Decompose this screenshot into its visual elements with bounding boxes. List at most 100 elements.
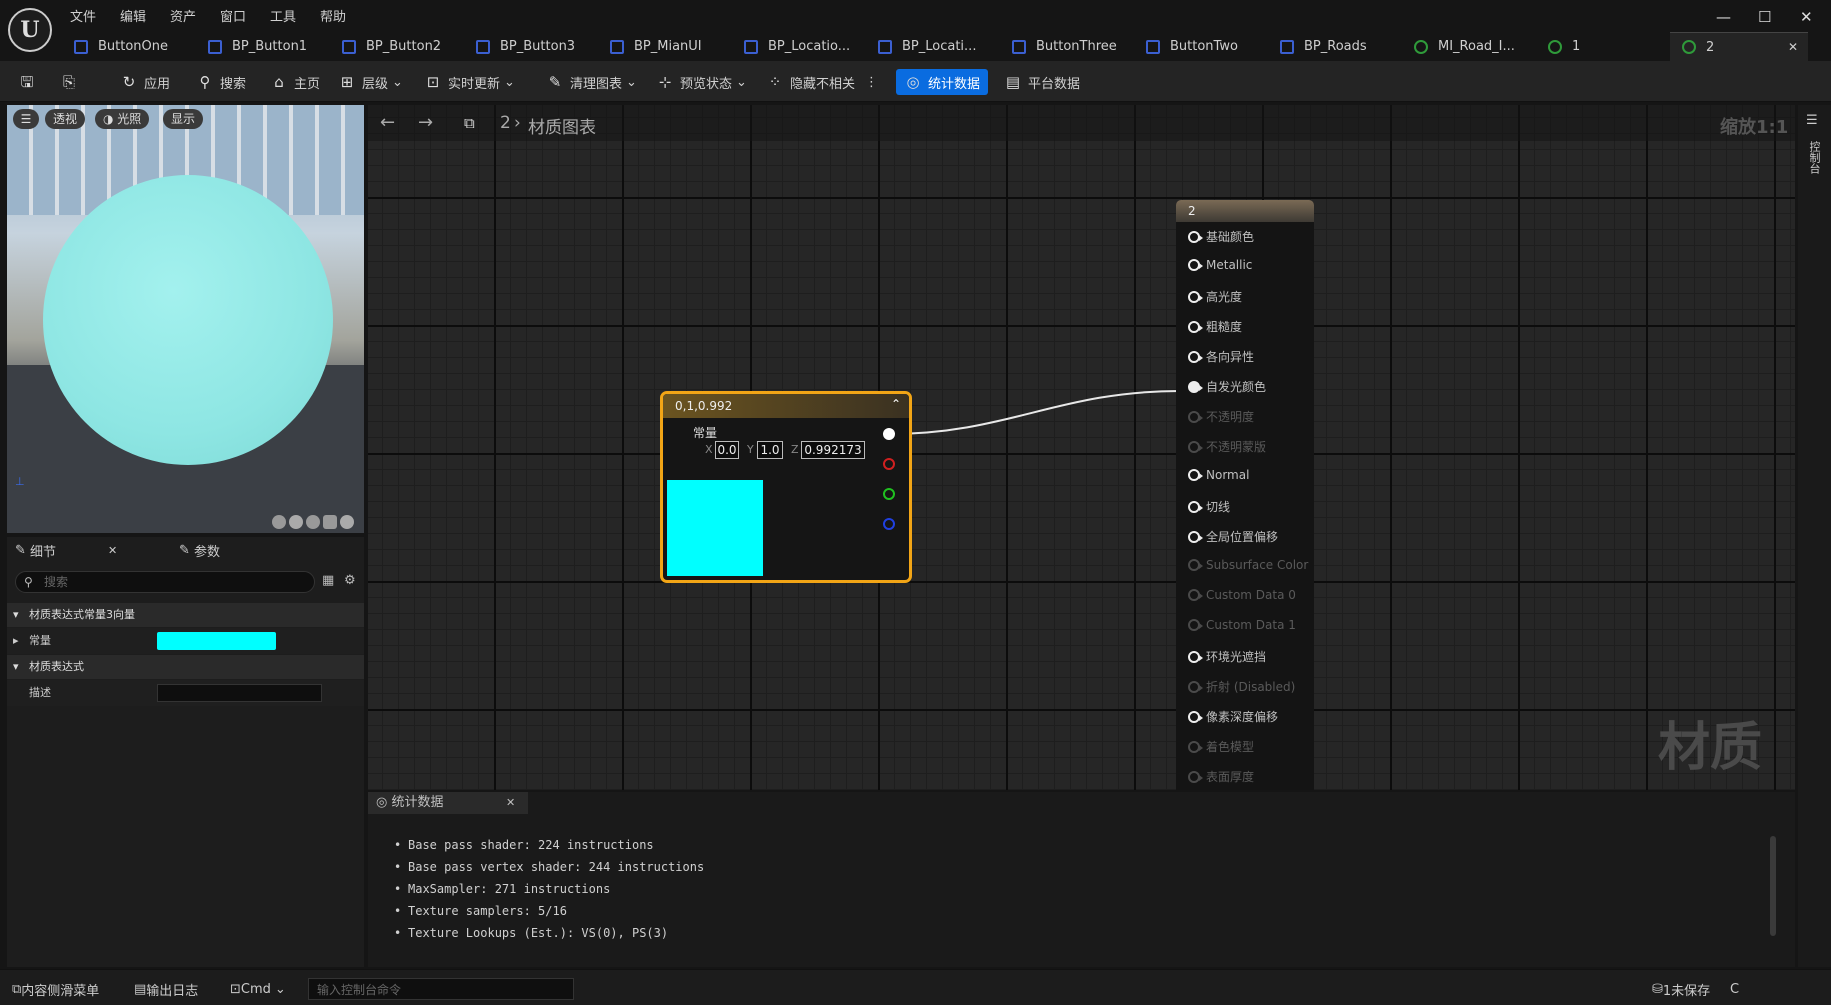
material-input-pin[interactable]: 折射 (Disabled) — [1188, 678, 1295, 695]
tab-params[interactable]: ✎ 参数 — [179, 537, 220, 563]
output-r-pin[interactable] — [883, 458, 895, 470]
close-tab-icon[interactable]: ✕ — [108, 544, 117, 557]
pin-connector-icon[interactable] — [1188, 469, 1203, 481]
lit-button[interactable]: ◑ 光照 — [95, 109, 150, 129]
material-input-pin[interactable]: 高光度 — [1188, 288, 1242, 305]
description-field[interactable] — [157, 684, 322, 702]
material-result-node[interactable]: 2 基础颜色 Metallic 高光度 粗糙度 各向异性 自发光颜色 不透明度 不透明蒙版 No… — [1176, 200, 1314, 790]
close-window-icon[interactable]: ✕ — [1800, 8, 1813, 26]
menu-help[interactable]: 帮助 — [320, 6, 346, 25]
apply-button[interactable]: ↻ 应用 — [120, 69, 170, 95]
material-input-pin[interactable]: 切线 — [1188, 498, 1230, 515]
pin-connector-icon[interactable] — [1188, 230, 1203, 243]
pin-connector-icon[interactable] — [1188, 619, 1203, 631]
tab-bp-location-2[interactable]: BP_Locati... — [878, 32, 976, 61]
pin-connector-icon[interactable] — [1188, 380, 1203, 393]
tab-bp-button2[interactable]: BP_Button2 — [342, 32, 441, 61]
stats-button[interactable]: ◎ 统计数据 — [896, 69, 989, 95]
pin-connector-icon[interactable] — [1188, 410, 1203, 423]
pin-connector-icon[interactable] — [1188, 650, 1203, 663]
search-button[interactable]: ⚲ 搜索 — [196, 69, 247, 95]
menu-window[interactable]: 窗口 — [220, 6, 246, 25]
tab-bp-button3[interactable]: BP_Button3 — [476, 32, 575, 61]
material-input-pin[interactable]: Custom Data 1 — [1188, 618, 1296, 632]
category-vector3-constant[interactable]: ▾ 材质表达式常量3向量 — [7, 603, 364, 627]
material-input-pin[interactable]: Custom Data 0 — [1188, 588, 1296, 602]
maximize-icon[interactable]: ☐ — [1758, 8, 1771, 26]
hierarchy-dropdown[interactable]: ⊞ 层级 ⌄ — [338, 69, 403, 95]
pin-connector-icon[interactable] — [1188, 589, 1203, 601]
material-input-pin[interactable]: 不透明蒙版 — [1188, 438, 1266, 455]
tab-buttonthree[interactable]: ButtonThree — [1012, 32, 1117, 61]
show-button[interactable]: 显示 — [163, 109, 204, 129]
menu-file[interactable]: 文件 — [70, 6, 96, 25]
browse-button[interactable]: ⎘ — [60, 69, 84, 95]
menu-assets[interactable]: 资产 — [170, 6, 196, 25]
tab-details[interactable]: ✎ 细节 ✕ — [15, 537, 117, 563]
pin-connector-icon[interactable] — [1188, 320, 1203, 333]
pin-connector-icon[interactable] — [1188, 440, 1203, 453]
tab-bp-button1[interactable]: BP_Button1 — [208, 32, 307, 61]
minimize-icon[interactable]: — — [1716, 8, 1731, 26]
pin-connector-icon[interactable] — [1188, 710, 1203, 723]
material-input-pin[interactable]: 全局位置偏移 — [1188, 528, 1278, 545]
tab-mi-road[interactable]: MI_Road_I... — [1414, 32, 1515, 61]
tab-buttonone[interactable]: ButtonOne — [74, 32, 168, 61]
material-input-pin[interactable]: 像素深度偏移 — [1188, 708, 1278, 725]
tab-buttontwo[interactable]: ButtonTwo — [1146, 32, 1238, 61]
table-view-icon[interactable]: ▦ — [322, 573, 334, 588]
category-material-expression[interactable]: ▾ 材质表达式 — [7, 655, 364, 679]
material-input-pin[interactable]: Normal — [1188, 468, 1249, 482]
tab-material-1[interactable]: 1 — [1548, 32, 1580, 61]
material-input-pin[interactable]: 着色模型 — [1188, 738, 1254, 755]
console-input[interactable]: 输入控制台命令 — [308, 978, 574, 1000]
perspective-button[interactable]: 透视 — [45, 109, 86, 129]
material-input-pin[interactable]: 各向异性 — [1188, 348, 1254, 365]
pin-connector-icon[interactable] — [1188, 530, 1203, 543]
material-input-pin[interactable]: 自发光颜色 — [1188, 378, 1266, 395]
pin-connector-icon[interactable] — [1188, 740, 1203, 753]
clean-graph-dropdown[interactable]: ✎ 清理图表 ⌄ — [546, 69, 637, 95]
content-drawer-button[interactable]: ⧉ 内容侧滑菜单 — [12, 978, 99, 1000]
cmd-dropdown[interactable]: ⊡ Cmd ⌄ — [230, 978, 286, 1000]
close-tab-icon[interactable]: ✕ — [1788, 40, 1798, 54]
property-constant[interactable]: ▸ 常量 — [7, 628, 364, 654]
preview-viewport[interactable]: ☰ 透视 ◑ 光照 显示 ⊥ — [7, 105, 364, 533]
tab-material-2[interactable]: 2 ✕ — [1670, 32, 1808, 61]
output-log-button[interactable]: ▤ 输出日志 — [134, 978, 198, 1000]
material-input-pin[interactable]: Subsurface Color — [1188, 558, 1308, 572]
material-input-pin[interactable]: 不透明度 — [1188, 408, 1254, 425]
pin-connector-icon[interactable] — [1188, 259, 1203, 271]
collapse-icon[interactable]: ⌃ — [891, 397, 901, 411]
constant3vector-node[interactable]: 0,1,0.992 ⌃ 常量 X 0.0 Y 1.0 Z 0.992173 — [660, 391, 912, 583]
pin-connector-icon[interactable] — [1188, 500, 1203, 513]
material-input-pin[interactable]: 表面厚度 — [1188, 768, 1254, 785]
z-value-field[interactable]: 0.992173 — [801, 441, 865, 459]
pin-connector-icon[interactable] — [1188, 559, 1203, 571]
plane-icon[interactable] — [306, 515, 320, 529]
source-control-button[interactable]: C — [1730, 978, 1739, 1000]
menu-icon[interactable]: ☰ — [1806, 113, 1818, 128]
menu-edit[interactable]: 编辑 — [120, 6, 146, 25]
platform-stats-button[interactable]: ▤ 平台数据 — [1004, 69, 1080, 95]
close-tab-icon[interactable]: ✕ — [506, 792, 515, 814]
details-search-input[interactable]: ⚲ 搜索 — [15, 571, 315, 593]
tab-bp-mianui[interactable]: BP_MianUI — [610, 32, 702, 61]
material-graph[interactable]: ← → ⧉ 2 › 材质图表 缩放1:1 0,1,0.992 ⌃ 常量 X 0.… — [368, 105, 1795, 790]
hide-unrelated-button[interactable]: ⁘ 隐藏不相关 ⋮ — [766, 69, 878, 95]
output-rgb-pin[interactable] — [883, 428, 895, 440]
y-value-field[interactable]: 1.0 — [757, 441, 783, 459]
cylinder-icon[interactable] — [272, 515, 286, 529]
more-options-icon[interactable]: ⋮ — [865, 75, 878, 90]
material-input-pin[interactable]: 粗糙度 — [1188, 318, 1242, 335]
pin-connector-icon[interactable] — [1188, 680, 1203, 693]
output-b-pin[interactable] — [883, 518, 895, 530]
pin-connector-icon[interactable] — [1188, 290, 1203, 303]
live-update-dropdown[interactable]: ⊡ 实时更新 ⌄ — [424, 69, 515, 95]
menu-tools[interactable]: 工具 — [270, 6, 296, 25]
viewport-menu-icon[interactable]: ☰ — [13, 109, 39, 129]
x-value-field[interactable]: 0.0 — [715, 441, 739, 459]
tab-bp-location-1[interactable]: BP_Locatio... — [744, 32, 850, 61]
unsaved-indicator[interactable]: ⛁ 1未保存 — [1652, 978, 1710, 1000]
gear-icon[interactable]: ⚙ — [344, 573, 356, 588]
